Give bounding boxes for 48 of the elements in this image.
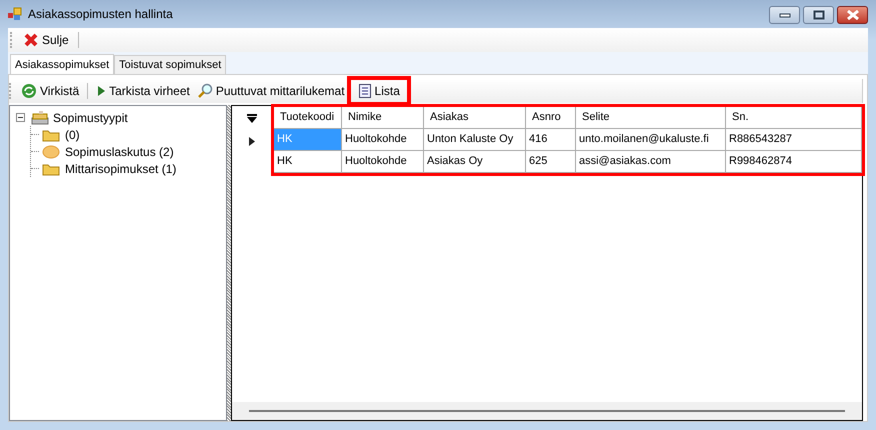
folder-icon — [42, 162, 60, 176]
close-icon — [846, 10, 860, 20]
tab[interactable]: Toistuvat sopimukset — [114, 55, 226, 74]
play-icon — [96, 84, 106, 98]
toolbar-button[interactable]: Lista — [350, 79, 408, 103]
horizontal-scrollbar[interactable] — [232, 402, 862, 420]
tree-item[interactable]: Sopimustyypit — [53, 110, 128, 124]
folder-icon — [42, 128, 60, 142]
table-cell: R998462874 — [726, 151, 862, 173]
window-title: Asiakassopimusten hallinta — [28, 7, 173, 21]
collapse-toggle[interactable] — [16, 113, 25, 122]
table-cell: R886543287 — [726, 129, 862, 151]
toolbar-button[interactable]: Tarkista virheet — [94, 82, 192, 100]
table-cell: Asiakas Oy — [424, 151, 526, 173]
search-icon — [196, 83, 213, 99]
column-header[interactable]: Sn. — [726, 107, 862, 129]
column-header[interactable]: Asnro — [526, 107, 576, 129]
minimize-button[interactable] — [769, 6, 800, 24]
maximize-icon — [812, 10, 824, 20]
table-cell: 625 — [526, 151, 576, 173]
refresh-icon — [21, 83, 37, 99]
table-cell: Huoltokohde — [342, 151, 424, 173]
minimize-icon — [778, 12, 790, 18]
column-header[interactable]: Asiakas — [424, 107, 526, 129]
close-button[interactable] — [837, 6, 868, 24]
table-cell: HK — [274, 129, 342, 151]
tree-item[interactable]: Sopimuslaskutus (2) — [65, 144, 174, 158]
column-header[interactable]: Nimike — [342, 107, 424, 129]
app-icon — [8, 7, 22, 21]
toolbar-button[interactable]: Virkistä — [19, 81, 82, 101]
filter-icon — [247, 114, 257, 122]
stack-icon — [30, 110, 50, 126]
table-cell: Unton Kaluste Oy — [424, 129, 526, 151]
maximize-button[interactable] — [803, 6, 834, 24]
table-cell: assi@asiakas.com — [576, 151, 726, 173]
tab[interactable]: Asiakassopimukset — [10, 54, 114, 74]
tree-item[interactable]: Mittarisopimukset (1) — [65, 162, 176, 176]
column-header[interactable]: Selite — [576, 107, 726, 129]
close-icon — [23, 32, 39, 48]
close-button[interactable]: Sulje — [21, 30, 71, 50]
tree-item[interactable]: (0) — [65, 128, 80, 142]
ellipse-icon — [42, 144, 60, 158]
table-cell: Huoltokohde — [342, 129, 424, 151]
table-cell: HK — [274, 151, 342, 173]
table-cell: 416 — [526, 129, 576, 151]
table-cell: unto.moilanen@ukaluste.fi — [576, 129, 726, 151]
toolbar-button[interactable]: Puuttuvat mittarilukemat — [194, 81, 347, 101]
document-icon — [358, 83, 372, 99]
